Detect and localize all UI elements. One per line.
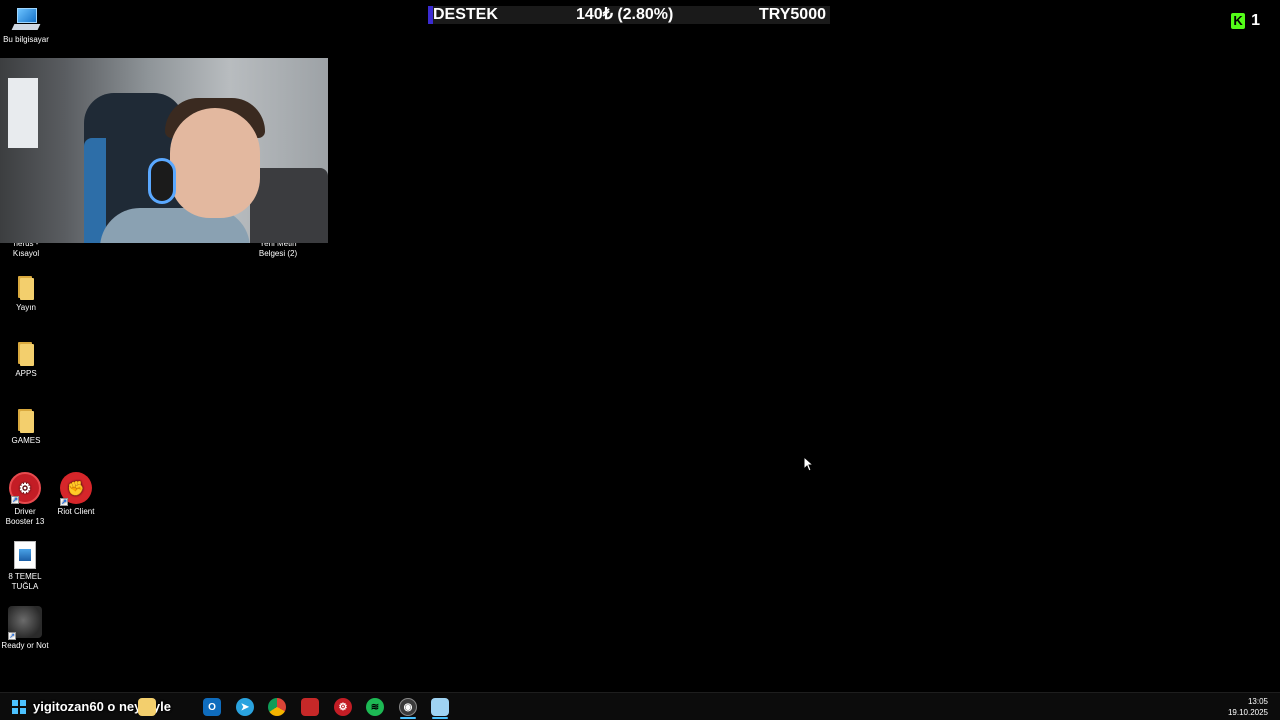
riot-client-icon: ✊ ↗ <box>60 472 92 506</box>
stream-app-icon[interactable] <box>301 698 319 716</box>
folder-icon <box>16 342 36 366</box>
file-explorer-icon[interactable] <box>138 698 156 716</box>
chrome-icon[interactable] <box>268 698 286 716</box>
desktop-icon-label: Belgesi (2) <box>258 249 298 258</box>
desktop-icon-label: APPS <box>15 369 37 378</box>
system-clock[interactable]: 13:05 19.10.2025 <box>1228 696 1268 718</box>
desktop-icon-label: Bu bilgisayar <box>3 35 49 44</box>
desktop-icon-this-pc[interactable]: Bu bilgisayar <box>0 8 52 45</box>
kick-logo-icon: K <box>1231 13 1246 29</box>
desktop-icon-label: 8 TEMEL TUĞLA <box>8 572 42 591</box>
desktop-icon-ready-or-not[interactable]: ↗ Ready or Not <box>0 606 50 651</box>
obs-icon[interactable]: ◉ <box>399 698 417 716</box>
taskbar: yigitozan60 o ney öyle O ➤ ⚙ ≋ ◉ 13:05 1… <box>0 692 1280 720</box>
banner-goal: TRY5000 <box>759 6 826 23</box>
desktop-icon-label: Kısayol <box>12 249 40 258</box>
active-app-indicator <box>432 717 448 719</box>
desktop-icon-yayin-folder[interactable]: Yayın <box>0 276 52 313</box>
spotify-icon[interactable]: ≋ <box>366 698 384 716</box>
banner-label: DESTEK <box>433 6 498 23</box>
kick-viewer-count: 1 <box>1251 12 1260 29</box>
folder-icon <box>16 276 36 300</box>
desktop-icon-label: GAMES <box>11 436 41 445</box>
banner-progress: 140₺ (2.80%) <box>576 6 674 23</box>
telegram-icon[interactable]: ➤ <box>236 698 254 716</box>
outlook-icon[interactable]: O <box>203 698 221 716</box>
notepad-icon[interactable] <box>431 698 449 716</box>
kick-viewer-badge: K 1 <box>1231 12 1260 30</box>
desktop-icon-label: Riot Client <box>57 507 95 516</box>
image-file-icon <box>14 541 36 569</box>
ready-or-not-icon: ↗ <box>8 606 42 640</box>
desktop-icon-apps-folder[interactable]: APPS <box>0 342 52 379</box>
folder-icon <box>16 409 36 433</box>
desktop-icon-riot-client[interactable]: ✊ ↗ Riot Client <box>50 472 102 517</box>
mouse-cursor-icon <box>803 456 813 472</box>
webcam-overlay <box>0 58 328 243</box>
desktop-icon-driver-booster[interactable]: ⚙ ↗ Driver Booster 13 <box>0 472 50 527</box>
desktop-icon-label: Driver Booster 13 <box>5 507 45 526</box>
active-app-indicator <box>400 717 416 719</box>
desktop-icon-games-folder[interactable]: GAMES <box>0 409 52 446</box>
computer-icon <box>11 8 41 32</box>
desktop-icon-label: Yayın <box>16 303 36 312</box>
donation-goal-banner: DESTEK 140₺ (2.80%) TRY5000 <box>428 6 830 24</box>
driver-booster-icon: ⚙ ↗ <box>9 472 41 504</box>
desktop-icon-label: Ready or Not <box>1 641 49 650</box>
driver-booster-taskbar-icon[interactable]: ⚙ <box>334 698 352 716</box>
start-button[interactable] <box>12 700 26 714</box>
desktop-icon-image-file[interactable]: 8 TEMEL TUĞLA <box>0 541 50 592</box>
desktop: Bu bilgisayar nerus - Kısayol Yeni Metin… <box>0 0 1280 692</box>
clock-date: 19.10.2025 <box>1227 708 1268 717</box>
clock-time: 13:05 <box>1247 697 1268 706</box>
